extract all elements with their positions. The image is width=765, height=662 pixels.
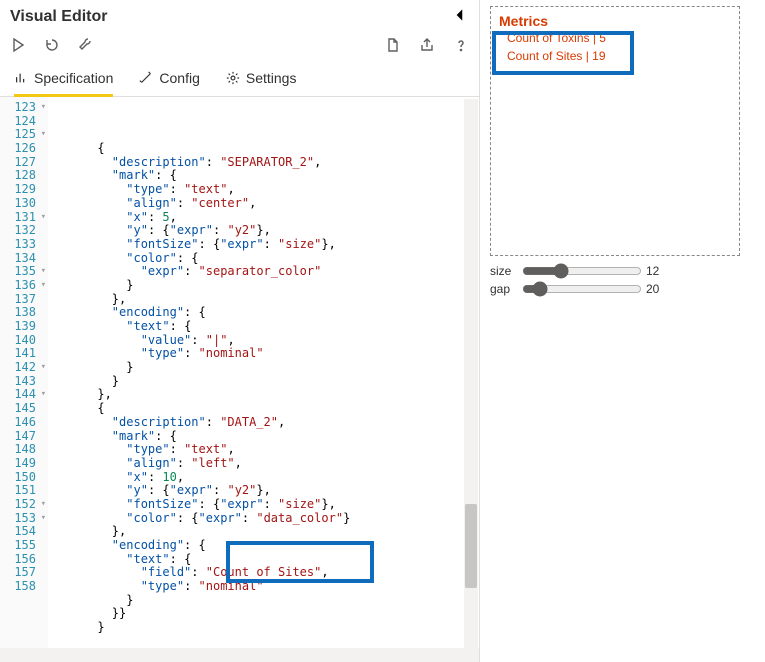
- editor-toolbar: [0, 31, 479, 62]
- vertical-scrollbar[interactable]: [464, 99, 478, 660]
- slider-gap: gap 20: [490, 280, 755, 298]
- fix-icon[interactable]: [78, 37, 94, 56]
- preview-pane: Metrics Count of Toxins | 5Count of Site…: [480, 0, 765, 662]
- tab-label: Specification: [34, 70, 113, 86]
- editor-tabs: Specification Config Settings: [0, 62, 479, 97]
- reset-icon[interactable]: [44, 37, 60, 56]
- export-icon[interactable]: [419, 37, 435, 56]
- tab-label: Settings: [246, 70, 297, 86]
- slider-value: 20: [646, 282, 670, 296]
- slider-value: 12: [646, 264, 670, 278]
- highlight-annotation-visual: [492, 31, 634, 75]
- slider-label: gap: [490, 282, 518, 296]
- editor-title: Visual Editor: [10, 8, 451, 26]
- tab-settings[interactable]: Settings: [226, 62, 297, 96]
- parameter-sliders: size 12 gap 20: [490, 262, 755, 298]
- bar-chart-icon: [14, 71, 28, 85]
- slider-gap-input[interactable]: [522, 281, 642, 297]
- tab-label: Config: [159, 70, 199, 86]
- line-number-gutter: 123▾124125▾126127128129130131▾1321331341…: [0, 97, 48, 662]
- slider-size-input[interactable]: [522, 263, 642, 279]
- scrollbar-thumb[interactable]: [465, 504, 477, 588]
- collapse-pane-button[interactable]: [451, 6, 469, 27]
- visual-canvas[interactable]: Metrics Count of Toxins | 5Count of Site…: [490, 6, 740, 256]
- run-icon[interactable]: [10, 37, 26, 56]
- visual-editor-pane: Visual Editor Specification Config: [0, 0, 480, 662]
- new-file-icon[interactable]: [385, 37, 401, 56]
- code-editor[interactable]: 123▾124125▾126127128129130131▾1321331341…: [0, 97, 479, 662]
- help-icon[interactable]: [453, 37, 469, 56]
- tab-specification[interactable]: Specification: [14, 62, 113, 96]
- horizontal-scrollbar[interactable]: [0, 648, 479, 662]
- gear-icon: [226, 71, 240, 85]
- wand-icon: [139, 71, 153, 85]
- tab-config[interactable]: Config: [139, 62, 199, 96]
- code-content[interactable]: { "description": "SEPARATOR_2", "mark": …: [48, 97, 479, 662]
- slider-label: size: [490, 264, 518, 278]
- visual-title: Metrics: [499, 13, 731, 29]
- slider-size: size 12: [490, 262, 755, 280]
